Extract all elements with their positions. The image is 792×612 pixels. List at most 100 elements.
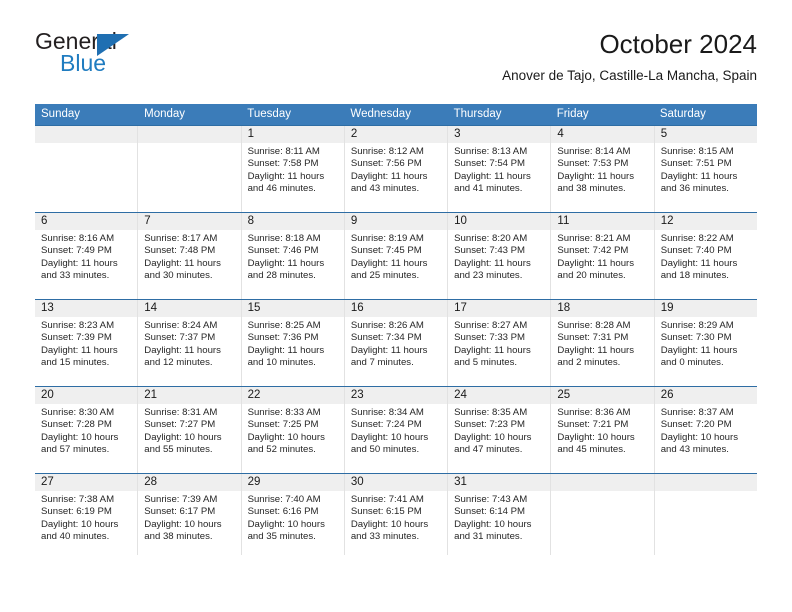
- day-sun-info: Sunrise: 8:14 AM Sunset: 7:53 PM Daylight:…: [551, 143, 653, 195]
- calendar-day-cell[interactable]: 1 Sunrise: 8:11 AM Sunset: 7:58 PM Daylight…: [241, 126, 345, 212]
- daylight-duration-line2: and 20 minutes.: [557, 270, 626, 282]
- sunrise-time: Sunrise: 7:41 AM: [350, 494, 424, 505]
- daylight-duration-line1: Daylight: 11 hours: [144, 344, 221, 356]
- calendar-day-cell[interactable]: 3 Sunrise: 8:13 AM Sunset: 7:54 PM Daylight…: [448, 126, 552, 212]
- day-number: 5: [654, 126, 757, 143]
- day-number: 11: [551, 213, 654, 230]
- calendar-day-cell[interactable]: 28 Sunrise: 7:39 AM Sunset: 6:17 PM Dayligh…: [138, 474, 242, 555]
- sunrise-time: Sunrise: 8:34 AM: [350, 407, 424, 418]
- daylight-duration-line1: Daylight: 11 hours: [350, 170, 428, 182]
- day-sun-info: Sunrise: 8:22 AM Sunset: 7:40 PM Daylight:…: [655, 230, 757, 282]
- sunset-time: Sunset: 7:53 PM: [557, 158, 629, 170]
- calendar-day-cell[interactable]: 18 Sunrise: 8:28 AM Sunset: 7:31 PM Dayligh…: [551, 300, 655, 386]
- sunrise-time: Sunrise: 8:13 AM: [454, 146, 528, 157]
- daylight-duration-line1: Daylight: 11 hours: [247, 170, 325, 182]
- daylight-duration-line1: Daylight: 10 hours: [454, 518, 532, 530]
- sunset-time: Sunset: 6:14 PM: [454, 506, 526, 518]
- calendar-day-cell[interactable]: 30 Sunrise: 7:41 AM Sunset: 6:15 PM Dayligh…: [344, 474, 449, 555]
- day-number: 12: [654, 213, 757, 230]
- day-number: 8: [241, 213, 344, 230]
- day-number: 19: [654, 300, 757, 317]
- calendar-day-cell[interactable]: 6 Sunrise: 8:16 AM Sunset: 7:49 PM Daylight…: [35, 213, 139, 299]
- sunrise-time: Sunrise: 8:18 AM: [247, 233, 321, 244]
- day-sun-info: Sunrise: 7:41 AM Sunset: 6:15 PM Daylight:…: [345, 491, 447, 543]
- daylight-duration-line2: and 43 minutes.: [350, 183, 420, 195]
- sunrise-time: Sunrise: 8:24 AM: [144, 320, 218, 331]
- calendar-day-cell[interactable]: 19 Sunrise: 8:29 AM Sunset: 7:30 PM Dayligh…: [654, 300, 757, 386]
- daylight-duration-line1: Daylight: 10 hours: [41, 518, 119, 530]
- daylight-duration-line2: and 15 minutes.: [41, 357, 110, 369]
- calendar-day-cell[interactable]: 2 Sunrise: 8:12 AM Sunset: 7:56 PM Daylight…: [344, 126, 449, 212]
- day-number: 13: [35, 300, 138, 317]
- day-number: 31: [448, 474, 551, 491]
- weekday-header-sunday: Sunday: [41, 108, 81, 120]
- calendar-day-cell[interactable]: 17 Sunrise: 8:27 AM Sunset: 7:33 PM Dayligh…: [448, 300, 552, 386]
- daylight-duration-line2: and 46 minutes.: [247, 183, 316, 195]
- calendar-day-cell[interactable]: 25 Sunrise: 8:36 AM Sunset: 7:21 PM Dayligh…: [551, 387, 655, 473]
- sunset-time: Sunset: 7:23 PM: [454, 419, 526, 431]
- calendar-page: General Blue October 2024 Anover de Tajo…: [0, 0, 792, 612]
- calendar-week-row: 20 Sunrise: 8:30 AM Sunset: 7:28 PM Dayligh…: [35, 386, 757, 473]
- daylight-duration-line1: Daylight: 11 hours: [247, 344, 325, 356]
- sunset-time: Sunset: 6:17 PM: [144, 506, 216, 518]
- sunrise-time: Sunrise: 8:17 AM: [144, 233, 218, 244]
- calendar-day-cell[interactable]: 26 Sunrise: 8:37 AM Sunset: 7:20 PM Dayligh…: [654, 387, 757, 473]
- day-sun-info: Sunrise: 8:37 AM Sunset: 7:20 PM Daylight:…: [655, 404, 757, 456]
- calendar-day-cell[interactable]: 20 Sunrise: 8:30 AM Sunset: 7:28 PM Dayligh…: [35, 387, 139, 473]
- calendar-day-cell[interactable]: 13 Sunrise: 8:23 AM Sunset: 7:39 PM Dayligh…: [35, 300, 139, 386]
- sunset-time: Sunset: 7:54 PM: [454, 158, 526, 170]
- day-number: 16: [344, 300, 448, 317]
- daylight-duration-line1: Daylight: 10 hours: [247, 518, 325, 530]
- day-sun-info: Sunrise: 8:18 AM Sunset: 7:46 PM Daylight:…: [242, 230, 344, 282]
- calendar-day-cell[interactable]: 4 Sunrise: 8:14 AM Sunset: 7:53 PM Daylight…: [551, 126, 655, 212]
- sunrise-time: Sunrise: 8:33 AM: [247, 407, 321, 418]
- general-blue-logo[interactable]: General Blue: [35, 28, 255, 84]
- sunset-time: Sunset: 7:37 PM: [144, 332, 216, 344]
- calendar-day-cell[interactable]: 16 Sunrise: 8:26 AM Sunset: 7:34 PM Dayligh…: [344, 300, 449, 386]
- daylight-duration-line1: Daylight: 10 hours: [144, 431, 222, 443]
- day-sun-info: Sunrise: 8:23 AM Sunset: 7:39 PM Daylight:…: [35, 317, 137, 369]
- title-block: October 2024 Anover de Tajo, Castille-La…: [502, 28, 757, 85]
- day-number: [654, 474, 757, 491]
- day-sun-info: Sunrise: 8:19 AM Sunset: 7:45 PM Daylight:…: [345, 230, 447, 282]
- day-number: 17: [448, 300, 551, 317]
- calendar-day-cell[interactable]: 11 Sunrise: 8:21 AM Sunset: 7:42 PM Dayligh…: [551, 213, 655, 299]
- calendar-day-cell[interactable]: 5 Sunrise: 8:15 AM Sunset: 7:51 PM Daylight…: [654, 126, 757, 212]
- weekday-header-row: Sunday Monday Tuesday Wednesday Thursday…: [35, 104, 757, 125]
- calendar-day-cell[interactable]: 29 Sunrise: 7:40 AM Sunset: 6:16 PM Dayligh…: [241, 474, 345, 555]
- calendar-day-cell[interactable]: 15 Sunrise: 8:25 AM Sunset: 7:36 PM Dayligh…: [241, 300, 345, 386]
- calendar-day-cell-empty: [551, 474, 655, 555]
- daylight-duration-line2: and 28 minutes.: [247, 270, 316, 282]
- daylight-duration-line2: and 33 minutes.: [350, 531, 420, 543]
- calendar-day-cell[interactable]: 10 Sunrise: 8:20 AM Sunset: 7:43 PM Dayligh…: [448, 213, 552, 299]
- sunrise-time: Sunrise: 8:21 AM: [557, 233, 631, 244]
- calendar-day-cell[interactable]: 23 Sunrise: 8:34 AM Sunset: 7:24 PM Dayligh…: [344, 387, 449, 473]
- calendar-day-cell[interactable]: 8 Sunrise: 8:18 AM Sunset: 7:46 PM Daylight…: [241, 213, 345, 299]
- calendar-day-cell[interactable]: 24 Sunrise: 8:35 AM Sunset: 7:23 PM Dayligh…: [448, 387, 552, 473]
- day-number: 4: [551, 126, 654, 143]
- calendar-day-cell[interactable]: 12 Sunrise: 8:22 AM Sunset: 7:40 PM Dayligh…: [654, 213, 757, 299]
- sunrise-time: Sunrise: 8:25 AM: [247, 320, 321, 331]
- day-number: 18: [551, 300, 654, 317]
- calendar-day-cell[interactable]: 14 Sunrise: 8:24 AM Sunset: 7:37 PM Dayligh…: [138, 300, 242, 386]
- calendar-grid: Sunday Monday Tuesday Wednesday Thursday…: [35, 104, 757, 555]
- weekday-header-thursday: Thursday: [453, 108, 502, 120]
- daylight-duration-line1: Daylight: 10 hours: [454, 431, 532, 443]
- calendar-day-cell[interactable]: 9 Sunrise: 8:19 AM Sunset: 7:45 PM Daylight…: [344, 213, 449, 299]
- calendar-day-cell[interactable]: 21 Sunrise: 8:31 AM Sunset: 7:27 PM Dayligh…: [138, 387, 242, 473]
- day-sun-info: Sunrise: 8:21 AM Sunset: 7:42 PM Daylight:…: [551, 230, 653, 282]
- calendar-day-cell[interactable]: 22 Sunrise: 8:33 AM Sunset: 7:25 PM Dayligh…: [241, 387, 345, 473]
- sunset-time: Sunset: 7:28 PM: [41, 419, 112, 431]
- sunset-time: Sunset: 7:49 PM: [41, 245, 112, 257]
- day-number: 28: [138, 474, 241, 491]
- sunset-time: Sunset: 7:58 PM: [247, 158, 319, 170]
- sunrise-time: Sunrise: 8:20 AM: [454, 233, 528, 244]
- sunrise-time: Sunrise: 7:39 AM: [144, 494, 218, 505]
- sunset-time: Sunset: 6:19 PM: [41, 506, 112, 518]
- calendar-day-cell[interactable]: 27 Sunrise: 7:38 AM Sunset: 6:19 PM Dayligh…: [35, 474, 139, 555]
- calendar-day-cell[interactable]: 31 Sunrise: 7:43 AM Sunset: 6:14 PM Dayligh…: [448, 474, 552, 555]
- calendar-day-cell[interactable]: 7 Sunrise: 8:17 AM Sunset: 7:48 PM Daylight…: [138, 213, 242, 299]
- calendar-day-cell-empty: [138, 126, 242, 212]
- daylight-duration-line1: Daylight: 10 hours: [247, 431, 325, 443]
- daylight-duration-line2: and 52 minutes.: [247, 444, 316, 456]
